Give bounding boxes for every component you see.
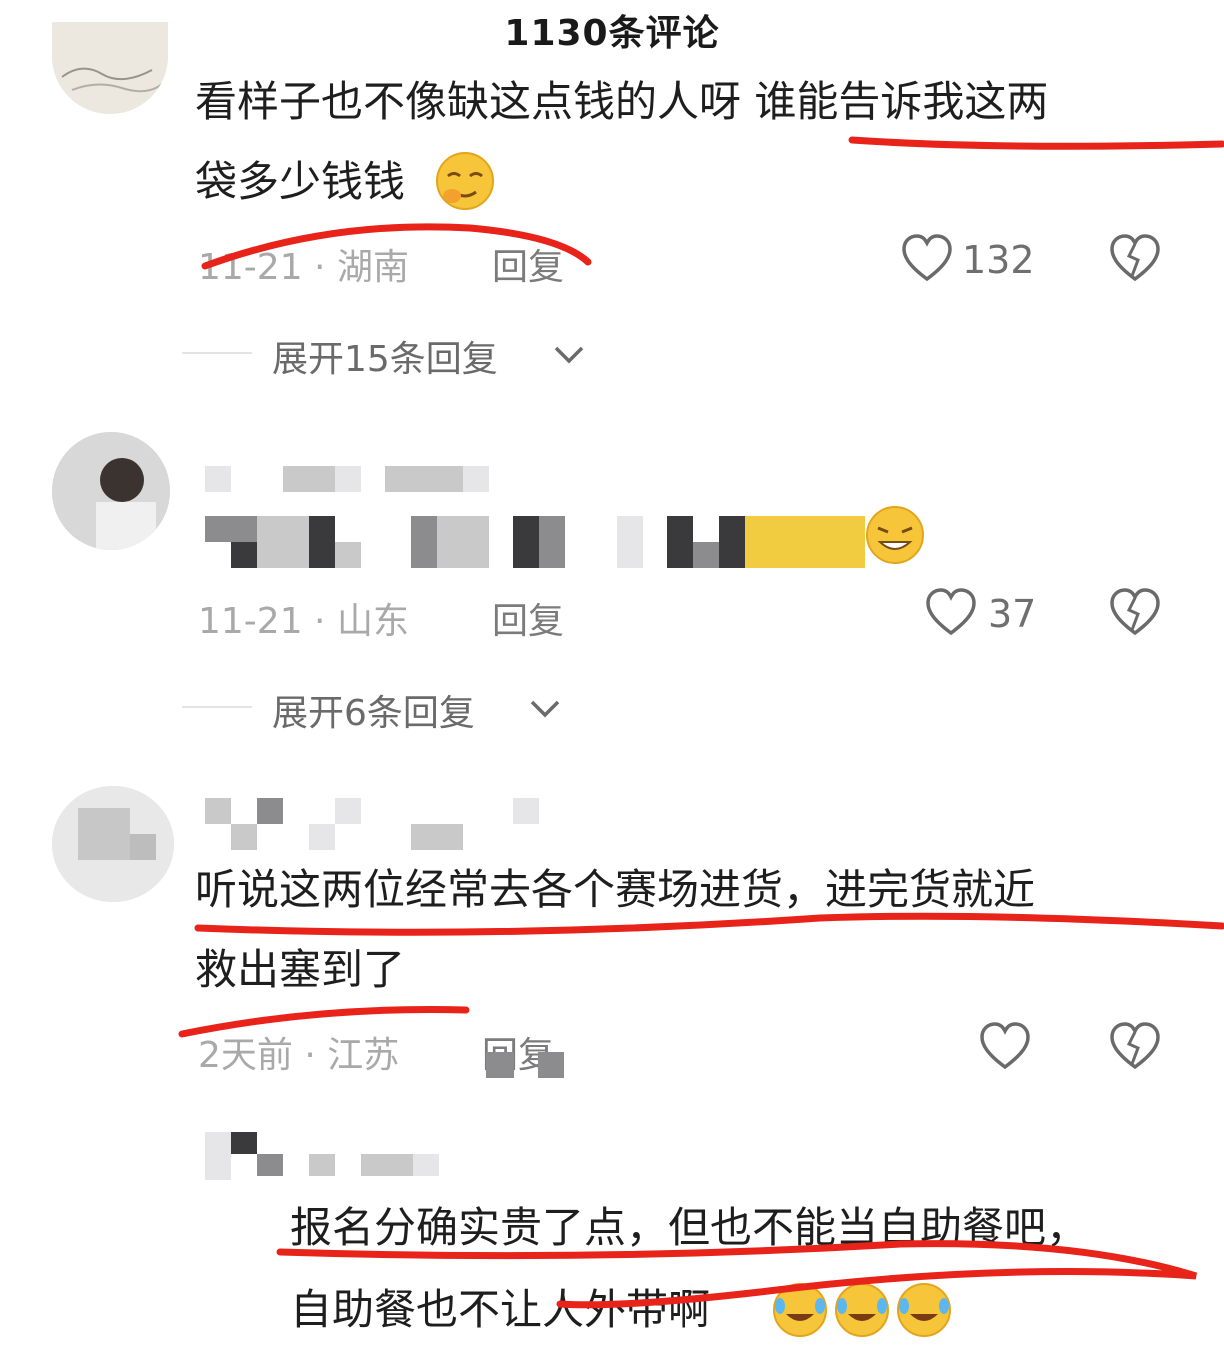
comment-1-expand-divider [182,352,252,354]
comment-2-like-button[interactable] [924,586,978,640]
comment-1-meta: 11-21 · 湖南 [198,247,409,288]
grin-emoji-icon [862,504,928,566]
comment-3-like-button[interactable] [978,1020,1032,1074]
comments-count-title: 1130条评论 [504,13,720,54]
smirk-emoji-icon [432,150,498,212]
chevron-down-icon[interactable] [552,340,586,368]
comment-1-text-line2: 袋多少钱钱 [195,157,406,206]
comment-1-like-button[interactable] [900,232,954,286]
comment-1-dislike-button[interactable] [1108,232,1162,286]
comment-2-avatar[interactable] [52,432,170,550]
chevron-down-icon[interactable] [528,694,562,722]
heart-outline-icon [980,1022,1030,1070]
comment-2-reply-button[interactable]: 回复 [492,592,564,644]
comment-3-text-line2: 救出塞到了 [195,945,406,994]
comment-2-expand-replies[interactable]: 展开6条回复 [272,684,475,736]
comment-1-like-count: 132 [962,238,1035,282]
red-annotation-underlines [178,136,1224,1309]
comment-1-avatar[interactable] [52,22,168,114]
comment-3-username-pixelated[interactable] [205,798,545,850]
pixelation-block [486,1052,514,1078]
reply-text-line2: 自助餐也不让人外带啊 [290,1285,711,1334]
comment-1-reply-button[interactable]: 回复 [492,238,564,290]
comment-2-expand-divider [182,706,252,708]
comment-3-text-line1: 听说这两位经常去各个赛场进货，进完货就近 [195,865,1036,914]
comment-2-username-pixelated[interactable] [205,466,490,492]
landscape-painting-icon [52,22,168,114]
reply-text-line1: 报名分确实贵了点，但也不能当自助餐吧， [290,1203,1089,1252]
comment-2-text-pixelated [205,516,865,568]
comment-3-dislike-button[interactable] [1108,1020,1162,1074]
broken-heart-icon [1110,234,1160,282]
comment-1-expand-replies[interactable]: 展开15条回复 [272,330,498,382]
comment-2-like-count: 37 [988,592,1037,636]
person-photo-icon [52,432,170,550]
comment-2-dislike-button[interactable] [1108,586,1162,640]
pixelated-avatar-icon [52,786,174,902]
broken-heart-icon [1110,588,1160,636]
comment-1-text-line1: 看样子也不像缺这点钱的人呀 谁能告诉我这两 [195,77,1049,126]
broken-heart-icon [1110,1022,1160,1070]
comment-2-meta: 11-21 · 山东 [198,601,409,642]
pixelation-block [538,1052,564,1078]
comment-3-meta: 2天前 · 江苏 [198,1035,400,1076]
comment-3-avatar[interactable] [52,786,174,902]
heart-outline-icon [902,234,952,282]
heart-outline-icon [926,588,976,636]
laugh-cry-emoji-icon [770,1280,956,1340]
reply-username-pixelated[interactable] [205,1132,465,1180]
